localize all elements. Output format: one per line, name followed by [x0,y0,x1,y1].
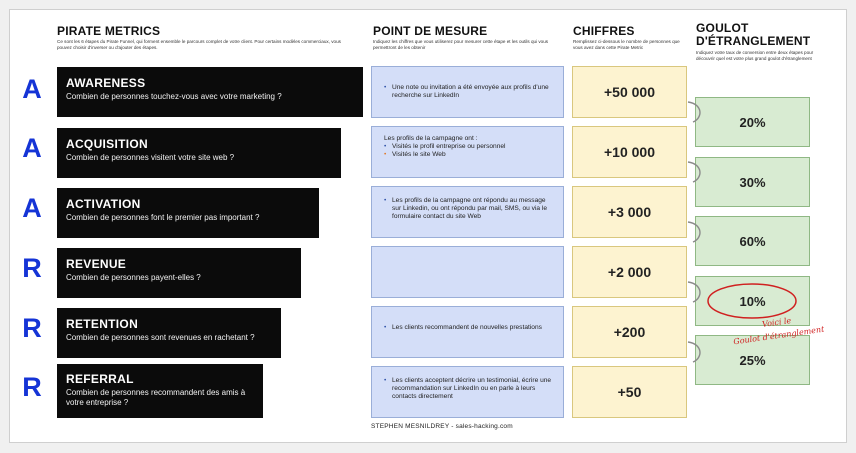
connector-arrows [687,101,797,363]
arrow-icon [687,281,701,303]
arrow-icon [687,341,701,363]
arrow-icon [687,221,701,243]
arrow-icon [687,101,701,123]
footer-credit: STEPHEN MESNILDREY - sales-hacking.com [371,423,513,430]
arrow-icon [687,161,701,183]
highlight-circle [707,283,797,319]
